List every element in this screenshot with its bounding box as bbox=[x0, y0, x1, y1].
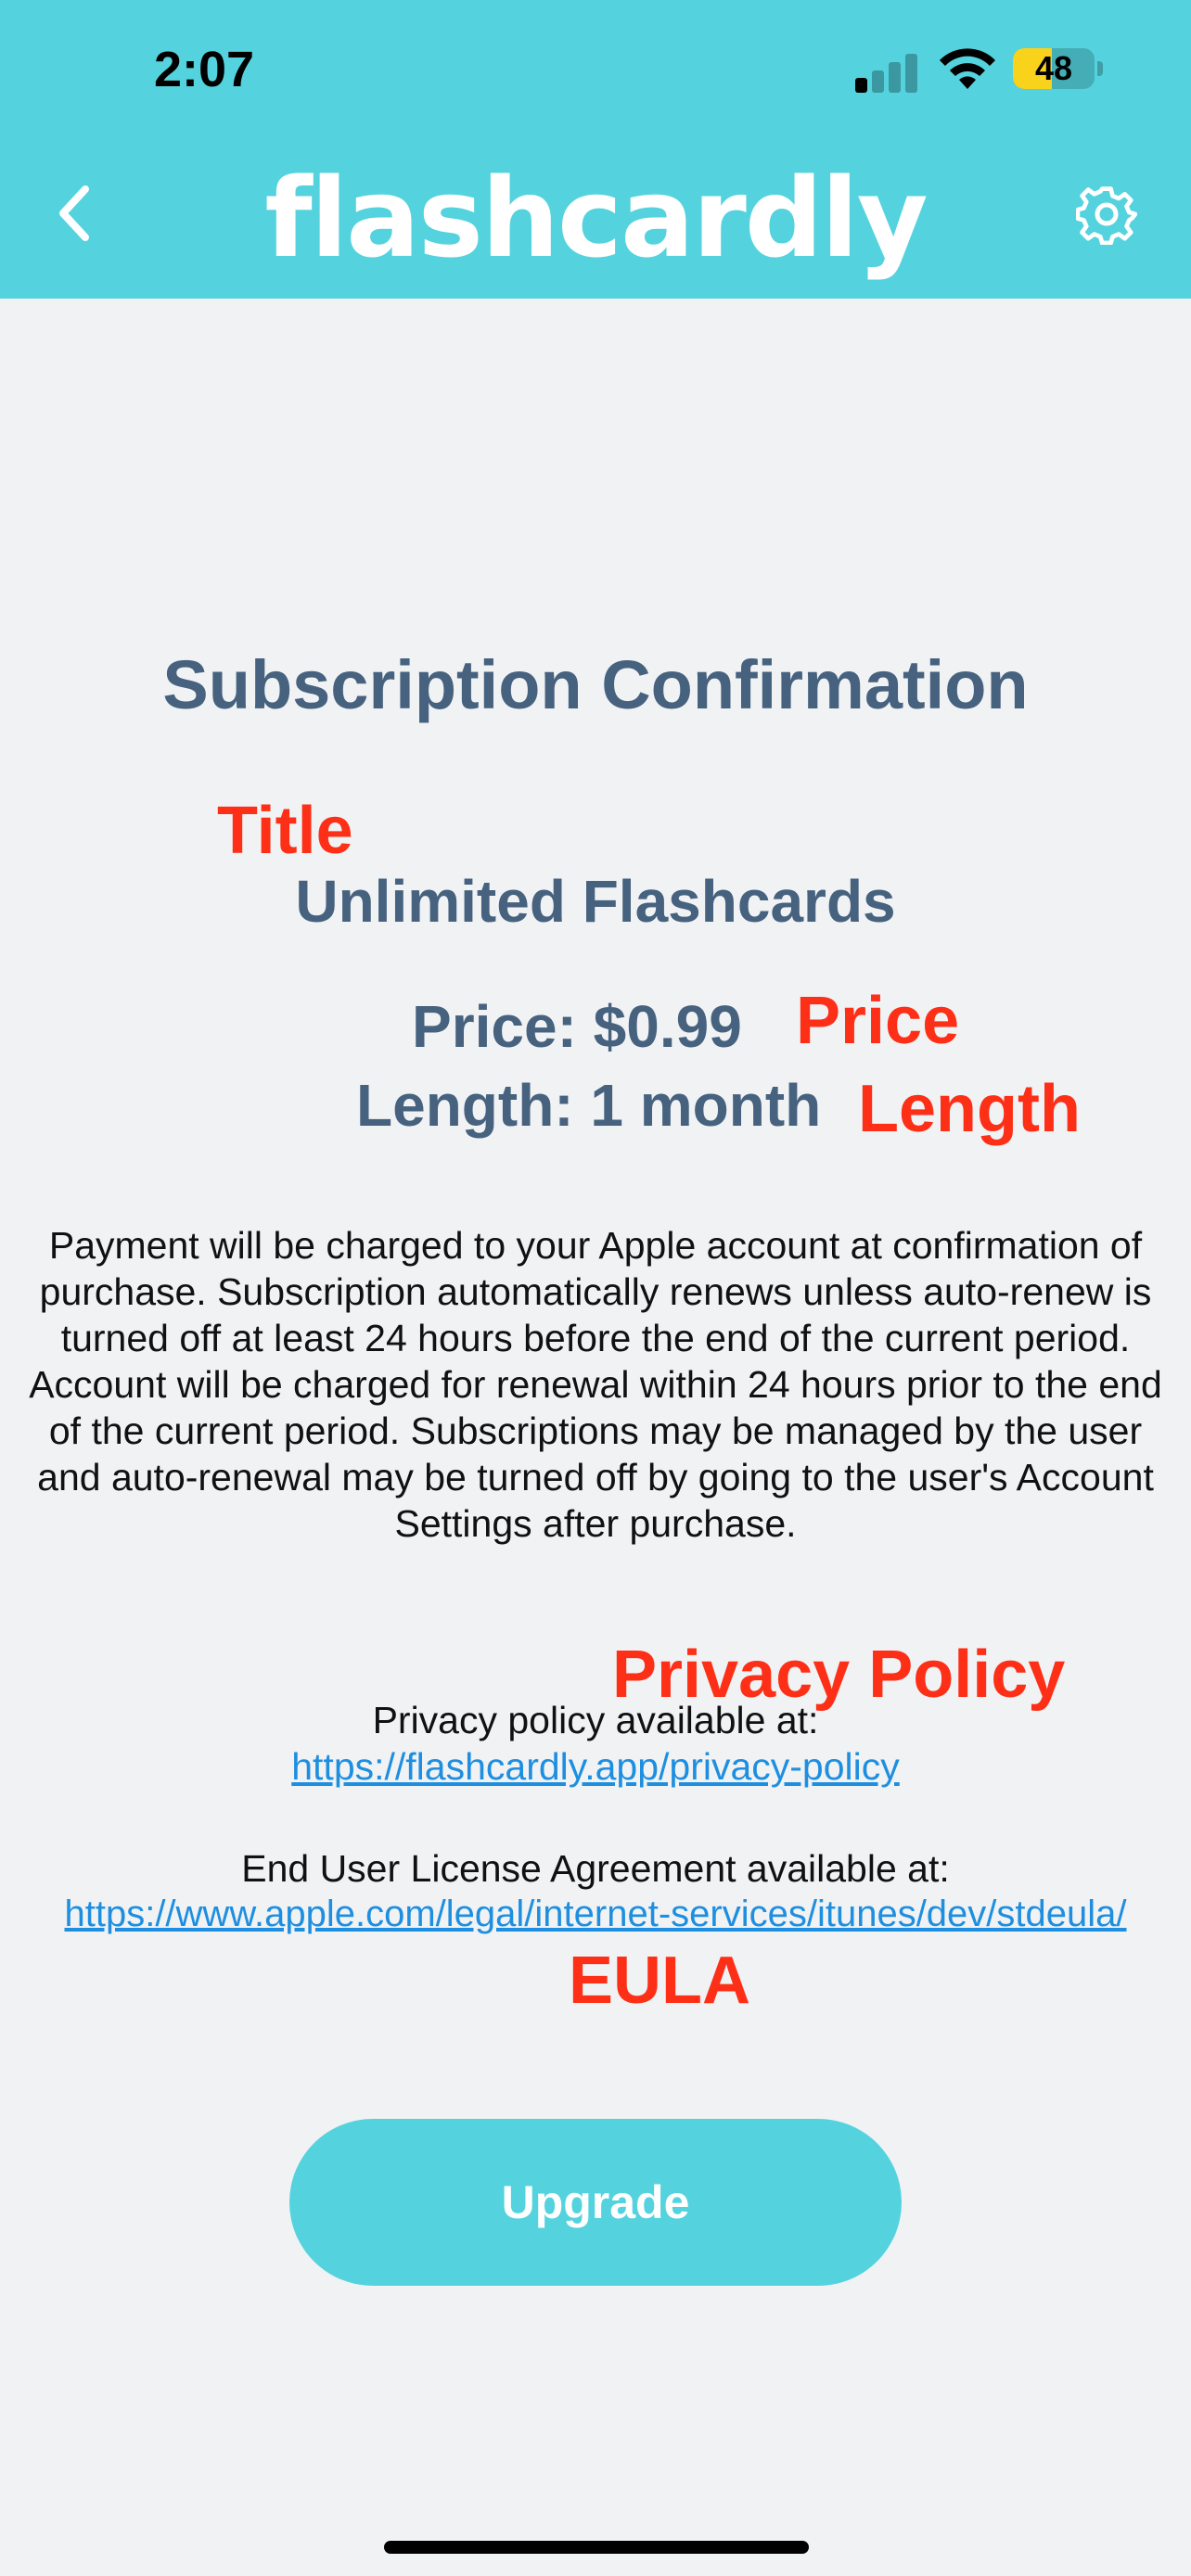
privacy-policy-label: Privacy policy available at: bbox=[372, 1699, 819, 1741]
page-title: Subscription Confirmation bbox=[162, 646, 1029, 723]
gear-icon bbox=[1076, 186, 1137, 245]
battery-icon: 48 bbox=[1013, 48, 1095, 89]
annotation-length-label: Length bbox=[858, 1072, 1081, 1146]
length-text: Length: 1 month bbox=[356, 1072, 822, 1139]
app-header: 2:07 48 flashcardly bbox=[0, 0, 1191, 299]
battery-level: 48 bbox=[1034, 49, 1073, 87]
upgrade-button[interactable]: Upgrade bbox=[289, 2119, 902, 2286]
annotation-eula-label: EULA bbox=[569, 1944, 750, 2018]
subscription-terms: Payment will be charged to your Apple ac… bbox=[29, 1224, 1162, 1545]
subscription-screen: 2:07 48 flashcardly Subscription Confirm… bbox=[0, 0, 1191, 2576]
battery-cap bbox=[1097, 61, 1103, 76]
annotation-price-label: Price bbox=[796, 984, 960, 1058]
cellular-signal-icon bbox=[855, 52, 920, 93]
eula-link[interactable]: https://www.apple.com/legal/internet-ser… bbox=[0, 1894, 1191, 1935]
settings-button[interactable] bbox=[1076, 184, 1137, 245]
status-time: 2:07 bbox=[154, 42, 255, 97]
wifi-icon bbox=[940, 48, 995, 89]
home-indicator bbox=[384, 2541, 809, 2554]
annotation-title-label: Title bbox=[217, 794, 353, 868]
eula-label: End User License Agreement available at: bbox=[241, 1847, 950, 1890]
price-text: Price: $0.99 bbox=[412, 993, 742, 1060]
privacy-policy-link[interactable]: https://flashcardly.app/privacy-policy bbox=[0, 1745, 1191, 1789]
product-name: Unlimited Flashcards bbox=[295, 868, 896, 935]
app-logo: flashcardly bbox=[264, 154, 928, 282]
